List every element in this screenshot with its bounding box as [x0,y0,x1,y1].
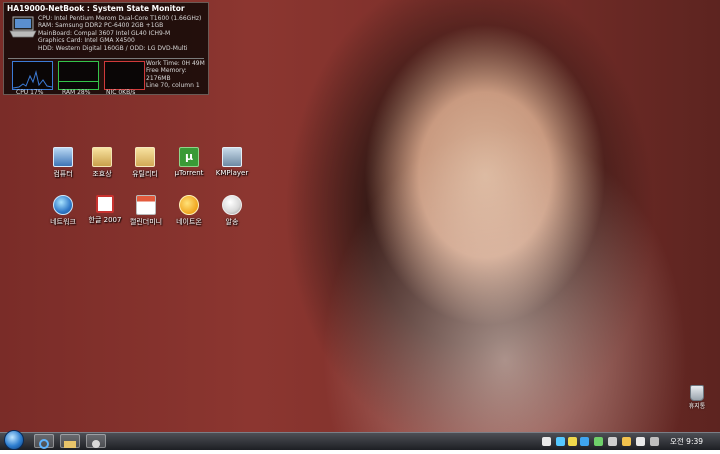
work-time: Work Time: 0H 49M [146,60,205,67]
mainboard-spec: MainBoard: Compal 3607 Intel GL40 ICH9-M [38,29,171,37]
network-icon [53,195,73,215]
internet-explorer-icon [39,439,49,449]
cpu-spec: CPU: Intel Pentium Merom Dual-Core T1600… [38,15,202,22]
kmplayer-icon [222,147,242,167]
quick-launch-explorer[interactable] [60,434,80,448]
tray-update-icon[interactable] [594,437,603,446]
recycle-bin-icon [690,385,704,401]
desktop-icon-label: 캘린더미니 [129,218,163,226]
desktop-icon-label: 네트워크 [50,218,76,226]
nic-graph [104,61,145,90]
tray-battery-icon[interactable] [650,437,659,446]
desktop-icon-label: 휴지통 [688,403,706,410]
user-folder-icon [92,147,112,167]
hdd-spec: HDD: Western Digital 160GB / ODD: LG DVD… [38,44,188,52]
hangul-icon [96,195,114,213]
ram-usage-label: RAM 28% [62,89,91,96]
cpu-usage-label: CPU 17% [16,89,44,96]
tray-app-icon[interactable] [556,437,565,446]
desktop-icon-utorrent[interactable]: µ µTorrent [169,147,209,177]
free-memory: Free Memory: 2176MB [146,67,187,82]
folder-icon [135,147,155,167]
tray-shield-icon[interactable] [568,437,577,446]
laptop-icon [9,16,37,38]
cpu-graph [12,61,53,90]
calendar-icon [136,195,156,215]
quick-launch-media[interactable] [86,434,106,448]
monitor-divider [8,58,204,59]
desktop-icon-hangul[interactable]: 한글 2007 [85,195,125,225]
line-column: Line 70, column 1 [146,82,200,90]
desktop-icon-label: 조효상 [92,170,112,178]
desktop-icon-label: 네이트온 [176,218,202,226]
ram-graph [58,61,99,90]
desktop-icon-utilities[interactable]: 유틸리티 [125,147,165,179]
desktop-icon-recycle-bin[interactable]: 휴지통 [684,385,710,410]
tray-keyboard-icon[interactable] [542,437,551,446]
media-icon [92,440,100,448]
utorrent-icon: µ [179,147,199,167]
tray-bluetooth-icon[interactable] [580,437,589,446]
tray-volume-icon[interactable] [636,437,645,446]
desktop-icon-user-folder[interactable]: 조효상 [82,147,122,179]
start-button[interactable] [4,430,24,450]
desktop-icon-label: µTorrent [174,169,204,177]
tray-network-icon[interactable] [608,437,617,446]
alsong-icon [222,195,242,215]
desktop-icon-network[interactable]: 네트워크 [43,195,83,227]
nateon-icon [179,195,199,215]
desktop-icon-label: KMPlayer [215,169,249,177]
quick-launch-ie[interactable] [34,434,54,449]
desktop-icon-label: 유틸리티 [132,170,158,178]
graphics-spec: Graphics Card: Intel GMA X4500 [38,37,135,45]
desktop-icon-label: 알송 [225,218,239,226]
monitor-title: HA19000-NetBook : System State Monitor [7,4,185,13]
folder-icon [64,441,76,448]
system-monitor-widget: HA19000-NetBook : System State Monitor C… [3,2,209,96]
desktop-icon-label: 컴퓨터 [53,170,73,178]
desktop-icon-label: 한글 2007 [88,216,122,224]
desktop-icon-computer[interactable]: 컴퓨터 [43,147,83,179]
desktop-icon-calendar[interactable]: 캘린더미니 [126,195,166,227]
desktop-icon-nateon[interactable]: 네이트온 [169,195,209,227]
desktop-icon-alsong[interactable]: 알송 [212,195,252,227]
ram-spec: RAM: Samsung DDR2 PC-6400 2GB +1GB [38,22,164,30]
taskbar-clock[interactable]: 오전 9:39 [670,436,703,447]
desktop-icon-kmplayer[interactable]: KMPlayer [212,147,252,177]
nic-usage-label: NIC 0KB/s [106,89,136,96]
computer-icon [53,147,73,167]
tray-messenger-icon[interactable] [622,437,631,446]
